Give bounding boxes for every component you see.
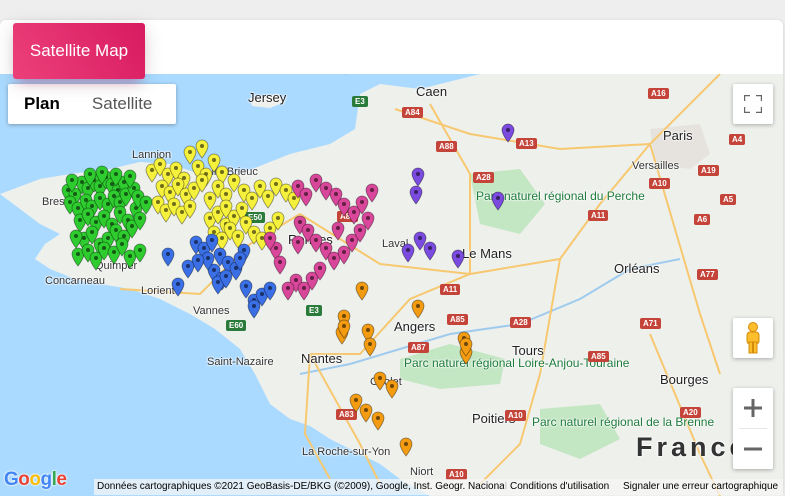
terms-link[interactable]: Conditions d'utilisation [504,479,617,495]
map-marker-magenta[interactable] [291,235,305,255]
plan-button[interactable]: Plan [8,84,76,124]
zoom-out-button[interactable] [733,429,773,469]
map-marker-orange[interactable] [363,337,377,357]
minus-icon [744,447,762,451]
map-marker-magenta[interactable] [331,221,345,241]
map-marker-purple[interactable] [401,243,415,263]
plus-icon [744,399,762,417]
map-type-control: Plan Satellite [8,84,176,124]
map-marker-purple[interactable] [423,241,437,261]
map-marker-blue[interactable] [161,247,175,267]
map-marker-blue[interactable] [191,253,205,273]
report-error-link[interactable]: Signaler une erreur cartographique [617,479,783,495]
map-marker-orange[interactable] [359,403,373,423]
map-marker-magenta[interactable] [273,255,287,275]
fullscreen-button[interactable] [733,84,773,124]
map-marker-magenta[interactable] [319,181,333,201]
zoom-control [733,388,773,469]
map-marker-yellow[interactable] [195,139,209,159]
map-marker-blue[interactable] [247,299,261,319]
google-logo[interactable]: Google [4,469,67,491]
attribution-data: Données cartographiques ©2021 GeoBasis-D… [94,479,507,495]
street-view-pegman[interactable] [733,318,773,358]
fullscreen-icon [744,95,762,113]
map-canvas[interactable]: JerseyCaenParisVersaillesLannionSaint-Br… [0,74,783,496]
map-marker-magenta[interactable] [281,281,295,301]
map-marker-magenta[interactable] [299,187,313,207]
map-marker-orange[interactable] [355,281,369,301]
map-marker-orange[interactable] [373,371,387,391]
map-marker-orange[interactable] [399,437,413,457]
map-marker-yellow[interactable] [261,189,275,209]
satellite-button[interactable]: Satellite [76,84,168,124]
map-marker-purple[interactable] [491,191,505,211]
map-marker-magenta[interactable] [337,245,351,265]
map-marker-blue[interactable] [171,277,185,297]
map-marker-purple[interactable] [451,249,465,269]
map-marker-purple[interactable] [409,185,423,205]
marker-layer[interactable] [0,74,783,496]
map-marker-orange[interactable] [371,411,385,431]
map-marker-blue[interactable] [181,259,195,279]
pegman-icon [746,322,760,354]
map-marker-green[interactable] [133,243,147,263]
map-marker-orange[interactable] [385,379,399,399]
map-marker-green[interactable] [139,195,153,215]
card-title: Satellite Map [13,23,145,79]
map-marker-purple[interactable] [411,167,425,187]
zoom-in-button[interactable] [733,388,773,428]
map-marker-purple[interactable] [501,123,515,143]
map-marker-orange[interactable] [411,299,425,319]
